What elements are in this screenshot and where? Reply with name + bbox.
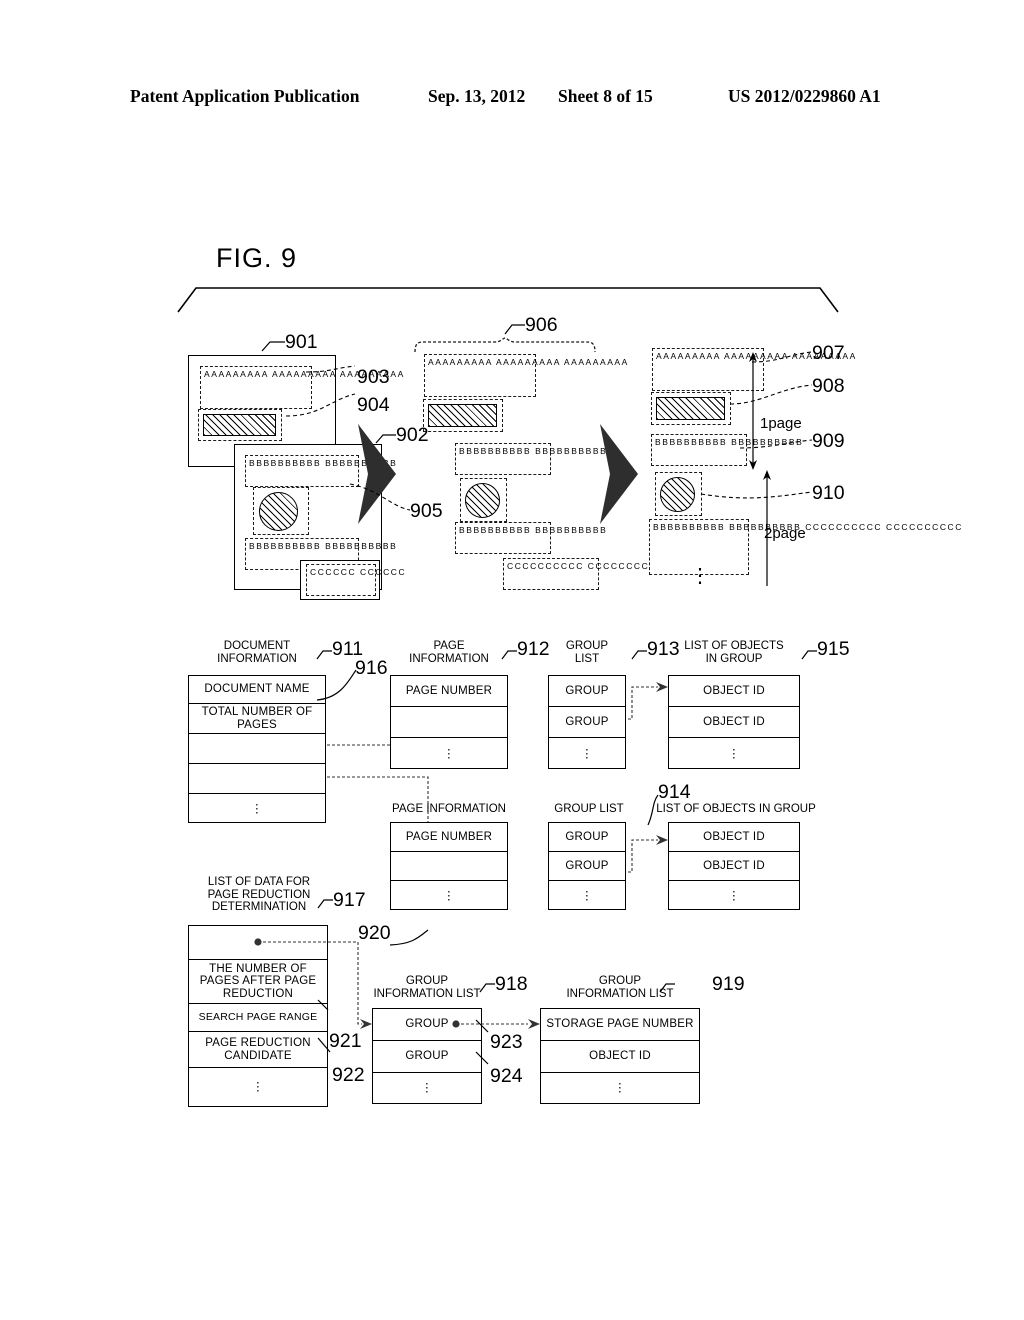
ref-917: 917 [333,889,366,911]
ref-922: 922 [332,1064,365,1086]
ref-912: 912 [517,638,550,660]
ref-908: 908 [812,375,845,397]
top-leader-lines [261,324,813,511]
ref-916: 916 [355,657,388,679]
ref-914: 914 [658,781,691,803]
ref-906: 906 [525,314,558,336]
figure-9: FIG. 9 AAAAAAAAA AAAAAAAAA AAAAAAAAA BBB… [0,0,1024,1320]
ref-907: 907 [812,342,845,364]
ref-909: 909 [812,430,845,452]
ref-918: 918 [495,973,528,995]
ref-910: 910 [812,482,845,504]
ref-923: 923 [490,1031,523,1053]
ref-901: 901 [285,331,318,353]
ref-903: 903 [357,366,390,388]
ref-905: 905 [410,500,443,522]
ref-919: 919 [712,973,745,995]
ref-904: 904 [357,394,390,416]
ref-915: 915 [817,638,850,660]
ref-920: 920 [358,922,391,944]
ref-913: 913 [647,638,680,660]
ref-921: 921 [329,1030,362,1052]
figure-label: FIG. 9 [216,243,298,273]
ref-924: 924 [490,1065,523,1087]
ref-902: 902 [396,424,429,446]
